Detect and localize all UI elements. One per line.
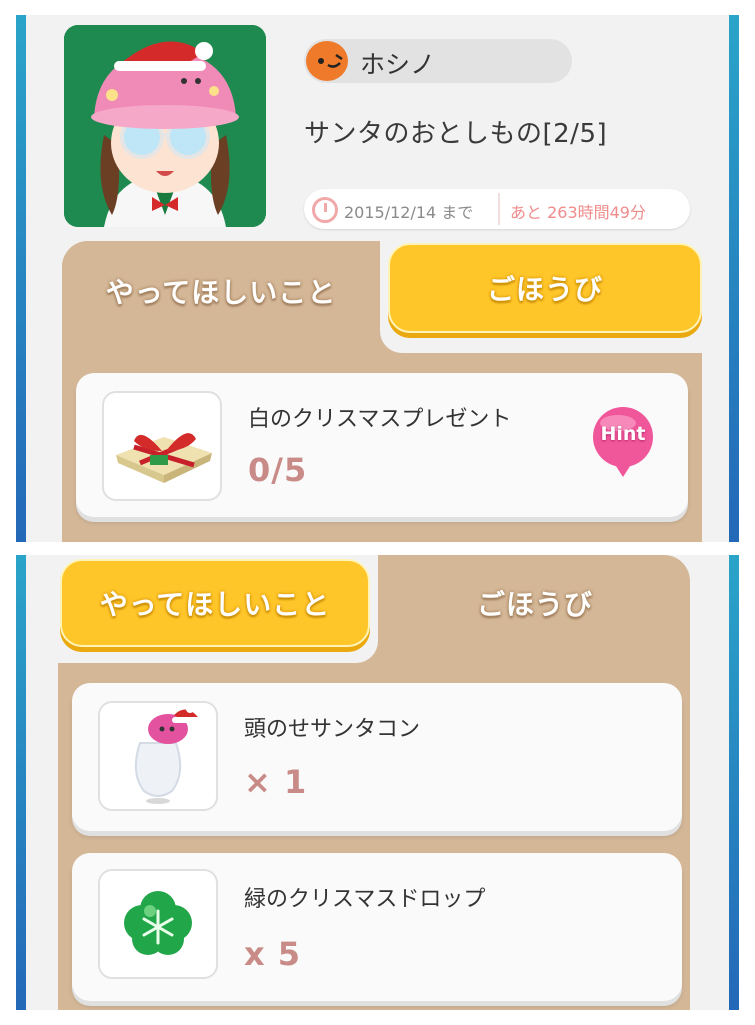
reward-thumbnail xyxy=(98,869,218,979)
deadline-divider xyxy=(498,193,500,225)
task-card: 白のクリスマスプレゼント 0/5 Hint xyxy=(76,373,688,517)
user-name-badge: ホシノ xyxy=(304,39,572,83)
white-present-icon xyxy=(116,433,212,483)
tab-requests[interactable]: やってほしいこと xyxy=(66,251,376,331)
deadline-remaining: あと 263時間49分 xyxy=(510,203,646,222)
reward-count: x 5 xyxy=(244,935,302,973)
green-snowflake-drop-icon xyxy=(124,891,192,955)
reward-name: 頭のせサンタコン xyxy=(244,717,421,742)
item-thumbnail xyxy=(102,391,222,501)
panel-content: ホシノ サンタのおとしもの[2/5] 2015/12/14 まで あと 263時… xyxy=(26,15,729,542)
reward-name: 緑のクリスマスドロップ xyxy=(244,887,486,912)
reward-card: 頭のせサンタコン × 1 xyxy=(72,683,682,831)
reward-thumbnail xyxy=(98,701,218,811)
tab-rewards-label: ごほうび xyxy=(476,588,593,621)
right-edge xyxy=(729,15,739,542)
clock-icon xyxy=(312,197,338,223)
quest-title: サンタのおとしもの[2/5] xyxy=(304,119,608,149)
quest-detail-panel: ホシノ サンタのおとしもの[2/5] 2015/12/14 まで あと 263時… xyxy=(0,15,755,542)
task-item-name: 白のクリスマスプレゼント xyxy=(248,407,512,432)
tab-requests-label: やってほしいこと xyxy=(99,588,331,621)
rewards-panel: やってほしいこと ごほうび 頭のせサンタコン × 1 緑のクリスマスドロップ x… xyxy=(0,555,755,1010)
right-edge xyxy=(729,555,739,1010)
character-avatar xyxy=(64,25,266,227)
left-edge xyxy=(16,555,26,1010)
hint-label: Hint xyxy=(600,423,646,445)
santa-hat-ghost-icon xyxy=(134,705,200,804)
tab-rewards[interactable]: ごほうび xyxy=(382,563,688,643)
reward-card: 緑のクリスマスドロップ x 5 xyxy=(72,853,682,1001)
reward-count: × 1 xyxy=(244,763,308,801)
tab-requests-label: やってほしいこと xyxy=(105,276,337,309)
deadline-date: 2015/12/14 まで xyxy=(344,203,474,222)
deadline-badge: 2015/12/14 まで あと 263時間49分 xyxy=(304,189,690,229)
tab-rewards-label: ごほうび xyxy=(486,273,603,306)
left-edge xyxy=(16,15,26,542)
task-progress: 0/5 xyxy=(248,451,308,489)
panel-content: やってほしいこと ごほうび 頭のせサンタコン × 1 緑のクリスマスドロップ x… xyxy=(26,555,729,1010)
orange-face-icon xyxy=(306,41,348,81)
tab-requests[interactable]: やってほしいこと xyxy=(60,559,370,647)
hint-button[interactable]: Hint xyxy=(588,407,658,477)
tab-rewards[interactable]: ごほうび xyxy=(388,243,702,333)
user-name: ホシノ xyxy=(360,50,436,79)
